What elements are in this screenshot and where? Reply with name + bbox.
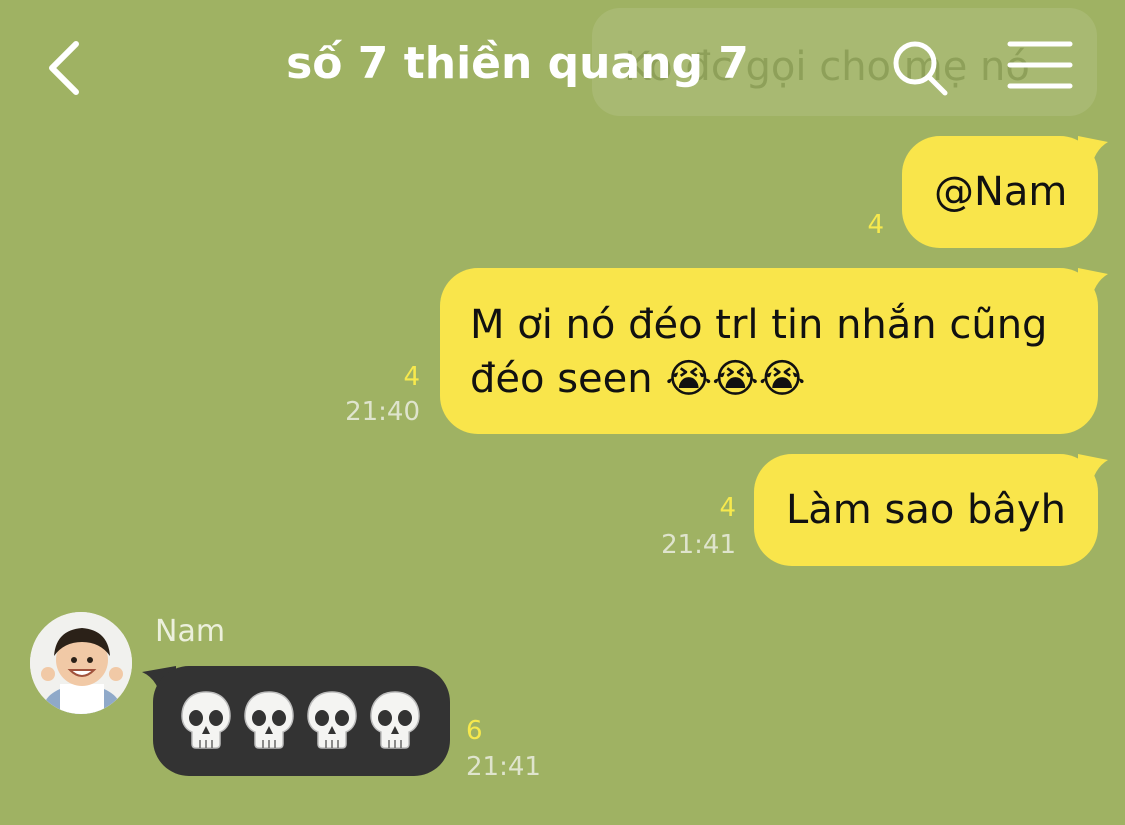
message-text-line: M ơi nó đéo trl tin nhắn cũng [470, 302, 1048, 348]
bubble-tail [1078, 454, 1108, 490]
avatar-photo [30, 612, 132, 714]
message-time: 21:40 [345, 397, 420, 427]
read-count: 6 [466, 716, 483, 746]
message-text-line: đéo seen 😭😭😭 [470, 356, 806, 402]
hamburger-menu-icon [1007, 41, 1073, 89]
skull-emoji-icon [244, 691, 294, 749]
bubble-tail [1078, 268, 1108, 304]
message-text: @Nam [934, 169, 1068, 215]
read-count: 4 [403, 362, 420, 392]
bubble-tail [1078, 136, 1108, 172]
skull-emoji-icon [370, 691, 420, 749]
read-count: 4 [719, 493, 736, 523]
sender-name: Nam [155, 614, 226, 649]
search-button[interactable] [888, 36, 952, 100]
message-time: 21:41 [661, 530, 736, 560]
read-count: 4 [867, 210, 884, 240]
message-bubble-outgoing[interactable]: Làm sao bâyh [754, 454, 1098, 566]
message-bubble-outgoing[interactable]: @Nam [902, 136, 1098, 248]
skull-emoji-icon [307, 691, 357, 749]
message-bubble-outgoing[interactable]: M ơi nó đéo trl tin nhắn cũng đéo seen 😭… [440, 268, 1098, 434]
skull-emoji-icon [181, 691, 231, 749]
avatar[interactable] [30, 612, 132, 714]
message-time: 21:41 [466, 752, 541, 782]
search-icon [893, 41, 948, 96]
chat-title: số 7 thiền quang 7 [286, 38, 749, 89]
message-text: Làm sao bâyh [786, 487, 1066, 533]
menu-button[interactable] [1004, 38, 1076, 92]
